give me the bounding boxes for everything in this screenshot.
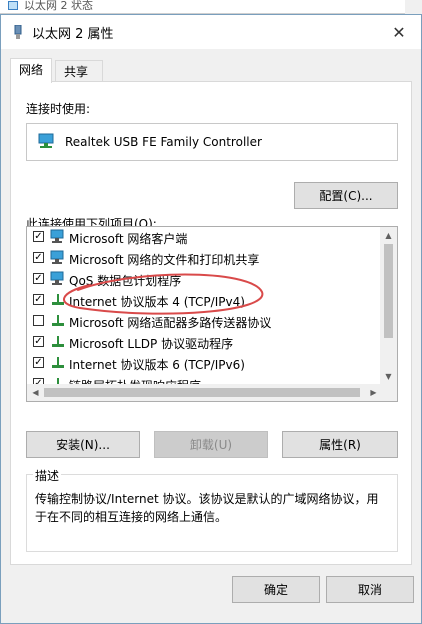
configure-button[interactable]: 配置(C)... [294, 182, 398, 209]
item-checkbox[interactable]: ✓ [33, 231, 44, 242]
list-item[interactable]: ✓ Internet 协议版本 6 (TCP/IPv6) [27, 353, 382, 374]
item-checkbox[interactable]: ✓ [33, 273, 44, 284]
item-checkbox[interactable]: ✓ [33, 336, 44, 347]
network-tab-panel: 连接时使用: Realtek USB FE Family Controller … [10, 81, 412, 565]
item-label: Microsoft LLDP 协议驱动程序 [69, 337, 234, 351]
scrollbar-corner [380, 384, 397, 401]
vertical-scroll-thumb[interactable] [384, 244, 393, 338]
uninstall-button[interactable]: 卸载(U) [154, 431, 268, 458]
item-label: Microsoft 网络适配器多路传送器协议 [69, 316, 272, 330]
item-label: QoS 数据包计划程序 [69, 274, 182, 288]
network-icon [8, 1, 18, 10]
horizontal-scroll-thumb[interactable] [44, 388, 360, 397]
dialog-titlebar[interactable]: 以太网 2 属性 ✕ [1, 15, 421, 49]
protocol-icon [52, 357, 64, 368]
item-label: Microsoft 网络客户端 [69, 232, 188, 246]
ok-button[interactable]: 确定 [232, 576, 320, 603]
vertical-scrollbar[interactable]: ▲ ▼ [380, 227, 397, 385]
list-item[interactable]: Microsoft 网络适配器多路传送器协议 [27, 311, 382, 332]
network-adapter-icon [38, 133, 54, 148]
scroll-left-icon[interactable]: ◀ [27, 384, 44, 401]
tab-network[interactable]: 网络 [10, 58, 52, 83]
description-text: 传输控制协议/Internet 协议。该协议是默认的广域网络协议，用于在不同的相… [35, 492, 379, 524]
item-checkbox[interactable] [33, 315, 44, 326]
close-icon: ✕ [392, 22, 406, 42]
item-checkbox[interactable]: ✓ [33, 294, 44, 305]
background-window-titlebar[interactable]: 以太网 2 状态 [0, 0, 405, 14]
network-client-icon [50, 250, 64, 264]
protocol-icon [52, 294, 64, 305]
properties-dialog: 以太网 2 属性 ✕ 网络 共享 连接时使用: Realtek USB FE F… [0, 14, 422, 624]
close-button[interactable]: ✕ [377, 15, 421, 49]
description-group: 描述 传输控制协议/Internet 协议。该协议是默认的广域网络协议，用于在不… [26, 467, 398, 552]
cancel-button[interactable]: 取消 [326, 576, 414, 603]
connection-icon [14, 25, 22, 39]
list-item[interactable]: ✓ Microsoft LLDP 协议驱动程序 [27, 332, 382, 353]
protocol-icon [52, 336, 64, 347]
install-button[interactable]: 安装(N)... [26, 431, 140, 458]
tab-label: 网络 [19, 63, 44, 77]
adapter-name: Realtek USB FE Family Controller [65, 135, 262, 149]
tab-sharing[interactable]: 共享 [55, 60, 103, 82]
connect-using-label: 连接时使用: [26, 102, 91, 116]
adapter-field: Realtek USB FE Family Controller [26, 123, 398, 161]
item-label: Internet 协议版本 6 (TCP/IPv6) [69, 358, 245, 372]
components-list[interactable]: ✓ Microsoft 网络客户端 ✓ Microsoft 网络的文件和打印机共… [26, 226, 398, 402]
scroll-up-icon[interactable]: ▲ [380, 227, 397, 244]
components-list-items: ✓ Microsoft 网络客户端 ✓ Microsoft 网络的文件和打印机共… [27, 227, 382, 385]
properties-button[interactable]: 属性(R) [282, 431, 398, 458]
list-item[interactable]: ✓ Microsoft 网络的文件和打印机共享 [27, 248, 382, 269]
tab-label: 共享 [64, 65, 89, 79]
item-checkbox[interactable]: ✓ [33, 357, 44, 368]
item-label: Microsoft 网络的文件和打印机共享 [69, 253, 260, 267]
list-item[interactable]: ✓ Microsoft 网络客户端 [27, 227, 382, 248]
protocol-icon [52, 315, 64, 326]
scroll-down-icon[interactable]: ▼ [380, 368, 397, 385]
item-label: Internet 协议版本 4 (TCP/IPv4) [69, 295, 245, 309]
list-item[interactable]: ✓ QoS 数据包计划程序 [27, 269, 382, 290]
background-window-title: 以太网 2 状态 [24, 0, 93, 12]
network-client-icon [50, 271, 64, 285]
description-legend: 描述 [33, 467, 62, 484]
list-item[interactable]: ✓ Internet 协议版本 4 (TCP/IPv4) [27, 290, 382, 311]
network-client-icon [50, 229, 64, 243]
item-checkbox[interactable]: ✓ [33, 252, 44, 263]
dialog-title: 以太网 2 属性 [32, 27, 114, 42]
horizontal-scrollbar[interactable]: ◀ ▶ [27, 384, 382, 401]
